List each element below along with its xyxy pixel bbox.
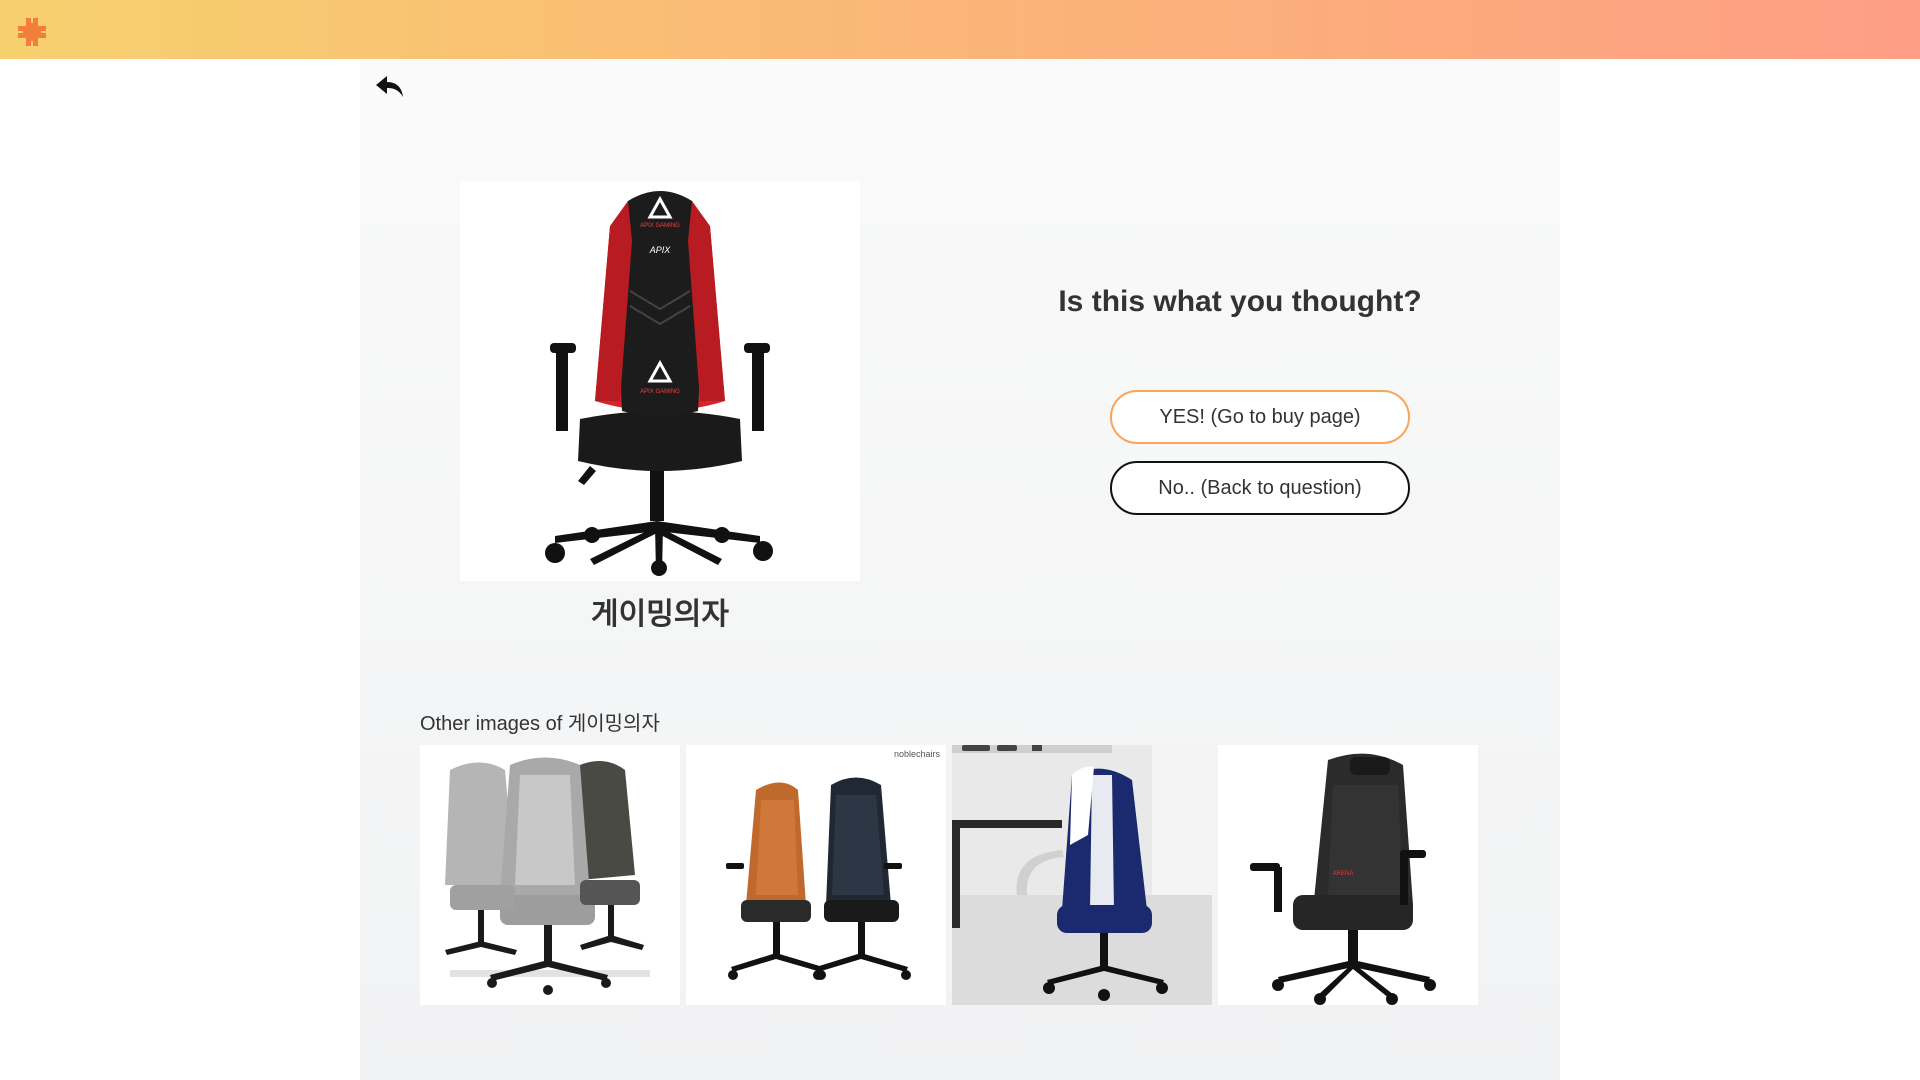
gray-gaming-chairs-image[interactable] [420, 745, 680, 1005]
blue-gaming-chair-image[interactable] [952, 745, 1212, 1005]
top-bar [0, 0, 1920, 59]
back-button[interactable] [374, 73, 406, 103]
no-back-button[interactable]: No.. (Back to question) [1110, 461, 1410, 515]
main-panel: APIX GAMING APIX APIX GAMING 게이밍의자 Is th… [360, 59, 1560, 1080]
other-images-gallery: noblechairs ARENA [420, 745, 1480, 1005]
yes-buy-button[interactable]: YES! (Go to buy page) [1110, 390, 1410, 444]
noblechairs-image[interactable]: noblechairs [686, 745, 946, 1005]
product-name: 게이밍의자 [591, 597, 729, 632]
svg-text:APIX: APIX [649, 245, 672, 255]
back-arrow-icon [376, 76, 403, 97]
puzzle-logo-icon[interactable] [18, 18, 46, 46]
black-gaming-chair-image[interactable]: ARENA [1218, 745, 1478, 1005]
other-images-product: 게이밍의자 [567, 711, 660, 735]
noblechairs-watermark: noblechairs [893, 749, 940, 759]
gaming-chair-image: APIX GAMING APIX APIX GAMING [460, 181, 860, 581]
confirm-question: Is this what you thought? [1058, 285, 1422, 318]
svg-text:APIX GAMING: APIX GAMING [640, 389, 680, 395]
svg-text:ARENA: ARENA [1333, 871, 1354, 877]
svg-text:APIX GAMING: APIX GAMING [640, 223, 680, 229]
other-images-label: Other images of 게이밍의자 [420, 707, 660, 736]
other-images-prefix: Other images of [420, 713, 568, 735]
